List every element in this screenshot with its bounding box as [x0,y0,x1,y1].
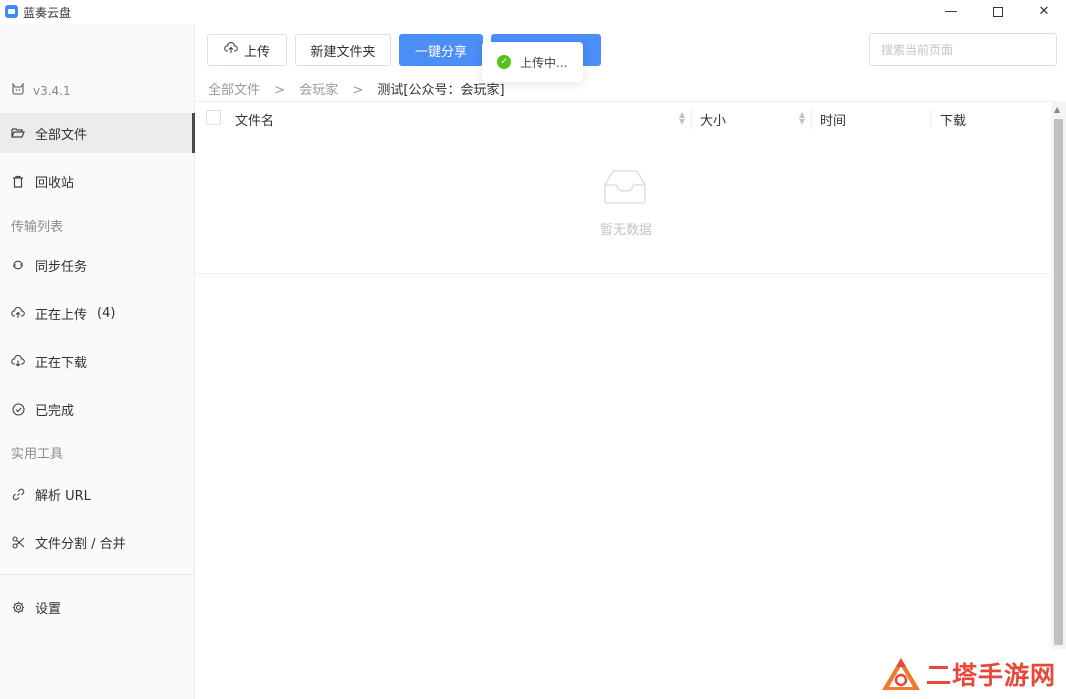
sidebar-item-label: 全部文件 [35,127,88,143]
version-label: v3.4.1 [33,83,71,98]
sidebar-item-label: 正在上传 [35,307,88,323]
upload-button-label: 上传 [243,44,270,60]
app-title: 蓝奏云盘 [23,6,72,20]
share-button[interactable]: 一键分享 [399,34,483,66]
sidebar-item-all-files[interactable]: 全部文件 [0,113,195,153]
breadcrumb-separator-icon: > [274,83,286,98]
upload-toast: ✓ 上传中... [482,42,583,82]
sidebar-item-label: 解析 URL [35,488,91,504]
column-header-size[interactable]: 大小 [700,110,726,129]
sidebar-item-label: 设置 [35,601,62,617]
column-separator [930,109,931,129]
breadcrumb-separator-icon: > [352,83,364,98]
title-bar: 蓝奏云盘 — ✕ [0,0,1066,24]
share-button-label: 一键分享 [414,44,467,60]
sidebar-item-completed[interactable]: 已完成 [0,389,195,429]
column-header-downloads[interactable]: 下载 [940,110,966,129]
section-tools: 实用工具 [11,447,64,462]
select-all-checkbox[interactable] [206,110,221,125]
toast-text: 上传中... [520,55,568,70]
file-table-body: 暂无数据 [195,135,1051,274]
column-header-filename[interactable]: 文件名 [235,110,274,129]
folder-open-icon [11,126,25,140]
scissors-icon [11,535,25,549]
sidebar-item-uploading[interactable]: 正在上传 (4) [0,293,195,333]
new-folder-button-label: 新建文件夹 [310,44,376,60]
sidebar-item-sync-tasks[interactable]: 同步任务 [0,245,195,285]
maximize-icon [993,6,1003,17]
sync-icon [11,258,25,272]
file-table-header: 文件名 ▲ ▼ 大小 ▲ ▼ 时间 下载 [195,101,1051,135]
watermark-logo-icon [882,658,920,690]
app-logo-icon [5,5,18,18]
breadcrumb-item[interactable]: 会玩家 [299,83,338,98]
sort-icon[interactable]: ▲ ▼ [799,111,805,126]
scroll-thumb[interactable] [1054,119,1063,645]
sidebar-item-downloading[interactable]: 正在下载 [0,341,195,381]
new-folder-button[interactable]: 新建文件夹 [295,34,391,66]
cloud-upload-icon [224,41,238,58]
sidebar-item-label: 文件分割 / 合并 [35,536,126,552]
sidebar-item-settings[interactable]: 设置 [0,587,195,627]
breadcrumb: 全部文件 > 会玩家 > 测试[公众号：会玩家] [208,79,505,98]
cloud-download-icon [11,354,25,368]
scroll-up-arrow-icon[interactable]: ▲ [1054,105,1060,114]
upload-button[interactable]: 上传 [207,34,287,66]
sidebar-item-label: 同步任务 [35,259,88,275]
cat-icon [11,81,25,98]
success-check-icon: ✓ [497,55,511,69]
column-separator [691,109,692,129]
empty-state-text: 暂无数据 [600,223,653,238]
sidebar-item-parse-url[interactable]: 解析 URL [0,474,195,514]
sort-icon[interactable]: ▲ ▼ [679,111,685,126]
minimize-button[interactable]: — [928,0,974,24]
breadcrumb-current: 测试[公众号：会玩家] [377,83,505,98]
link-icon [11,487,25,501]
column-separator [811,109,812,129]
sidebar: v3.4.1 全部文件 回收站 传输列表 同步任务 正在上传 (4) 正在下载 [0,24,195,699]
sidebar-item-label: 回收站 [35,175,75,191]
close-button[interactable]: ✕ [1021,0,1066,24]
maximize-button[interactable] [975,0,1021,24]
sidebar-divider [0,574,195,575]
sidebar-item-recycle-bin[interactable]: 回收站 [0,161,195,201]
vertical-scrollbar[interactable]: ▲ [1051,101,1066,649]
sidebar-item-split-merge[interactable]: 文件分割 / 合并 [0,522,195,562]
search-input[interactable] [869,33,1057,66]
section-transfer-list: 传输列表 [11,220,64,235]
breadcrumb-item[interactable]: 全部文件 [208,83,260,98]
column-header-time[interactable]: 时间 [820,110,846,129]
upload-count-badge: (4) [97,305,116,321]
sidebar-item-label: 已完成 [35,403,75,419]
empty-inbox-icon [599,167,651,207]
version-info: v3.4.1 [11,81,71,98]
trash-icon [11,174,25,188]
gear-icon [11,600,25,614]
watermark-text: 二塔手游网 [926,661,1057,690]
sidebar-item-label: 正在下载 [35,355,88,371]
cloud-upload-icon [11,306,25,320]
check-circle-icon [11,402,25,416]
site-watermark: 二塔手游网 [880,656,1056,692]
